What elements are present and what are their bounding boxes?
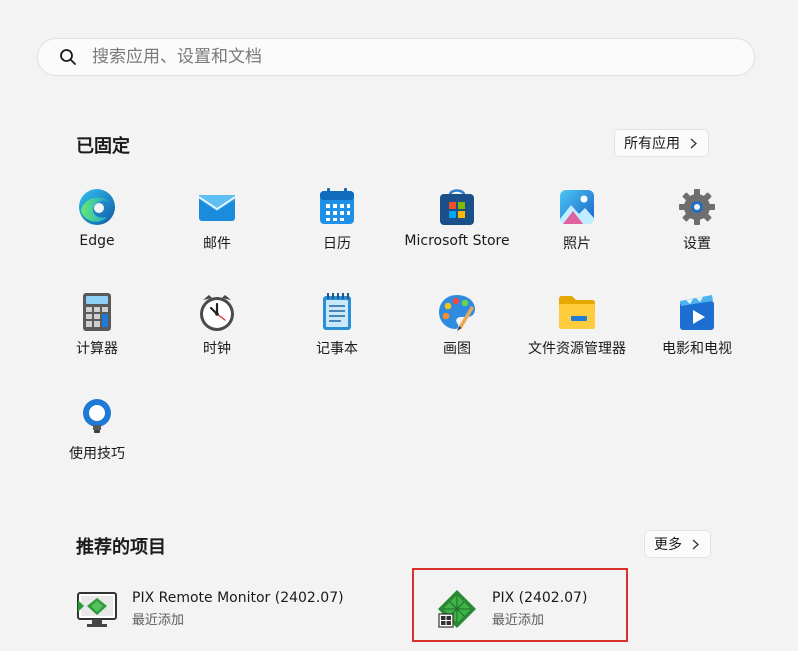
app-calculator[interactable]: 计算器 xyxy=(37,292,157,358)
tips-icon xyxy=(77,397,117,437)
app-photos[interactable]: 照片 xyxy=(517,187,637,253)
movies-icon xyxy=(677,292,717,332)
app-notepad[interactable]: 记事本 xyxy=(277,292,397,358)
all-apps-button[interactable]: 所有应用 xyxy=(614,129,709,157)
app-clock[interactable]: 时钟 xyxy=(157,292,277,358)
pix-remote-monitor-icon xyxy=(76,588,118,630)
app-paint[interactable]: 画图 xyxy=(397,292,517,358)
more-button[interactable]: 更多 xyxy=(644,530,711,558)
app-movies-tv[interactable]: 电影和电视 xyxy=(637,292,757,358)
all-apps-label: 所有应用 xyxy=(624,136,680,152)
app-label: 计算器 xyxy=(76,341,118,357)
app-microsoft-store[interactable]: Microsoft Store xyxy=(397,187,517,249)
app-label: 时钟 xyxy=(203,341,231,357)
app-label: 画图 xyxy=(443,341,471,357)
notepad-icon xyxy=(317,292,357,332)
app-label: 照片 xyxy=(563,236,591,252)
app-label: Edge xyxy=(79,233,115,249)
app-label: 文件资源管理器 xyxy=(528,341,626,357)
chevron-right-icon xyxy=(690,137,698,149)
app-settings[interactable]: 设置 xyxy=(637,187,757,253)
app-label: 日历 xyxy=(323,236,351,252)
app-label: 电影和电视 xyxy=(662,341,732,357)
clock-icon xyxy=(197,292,237,332)
photos-icon xyxy=(557,187,597,227)
edge-icon xyxy=(77,187,117,227)
recommended-item-name: PIX Remote Monitor (2402.07) xyxy=(132,590,344,606)
search-input[interactable] xyxy=(92,47,652,67)
folder-icon xyxy=(557,292,597,332)
app-label: 使用技巧 xyxy=(69,446,125,462)
calculator-icon xyxy=(77,292,117,332)
search-icon xyxy=(58,47,78,67)
highlight-box xyxy=(412,568,628,642)
paint-icon xyxy=(437,292,477,332)
app-label: 设置 xyxy=(683,236,711,252)
app-edge[interactable]: Edge xyxy=(37,187,157,249)
store-icon xyxy=(437,187,477,227)
chevron-right-icon xyxy=(692,538,700,550)
pinned-title: 已固定 xyxy=(76,136,130,157)
recommended-item-pix-remote-monitor[interactable]: PIX Remote Monitor (2402.07) 最近添加 xyxy=(76,588,344,630)
app-tips[interactable]: 使用技巧 xyxy=(37,397,157,463)
app-calendar[interactable]: 日历 xyxy=(277,187,397,253)
recommended-item-subtitle: 最近添加 xyxy=(132,613,185,628)
recommended-title: 推荐的项目 xyxy=(76,537,166,558)
settings-icon xyxy=(677,187,717,227)
more-label: 更多 xyxy=(654,537,682,553)
mail-icon xyxy=(197,187,237,227)
app-label: 邮件 xyxy=(203,236,231,252)
app-mail[interactable]: 邮件 xyxy=(157,187,277,253)
calendar-icon xyxy=(317,187,357,227)
app-file-explorer[interactable]: 文件资源管理器 xyxy=(517,292,637,358)
app-label: 记事本 xyxy=(316,341,358,357)
app-label: Microsoft Store xyxy=(404,233,510,249)
search-box[interactable] xyxy=(37,38,755,76)
